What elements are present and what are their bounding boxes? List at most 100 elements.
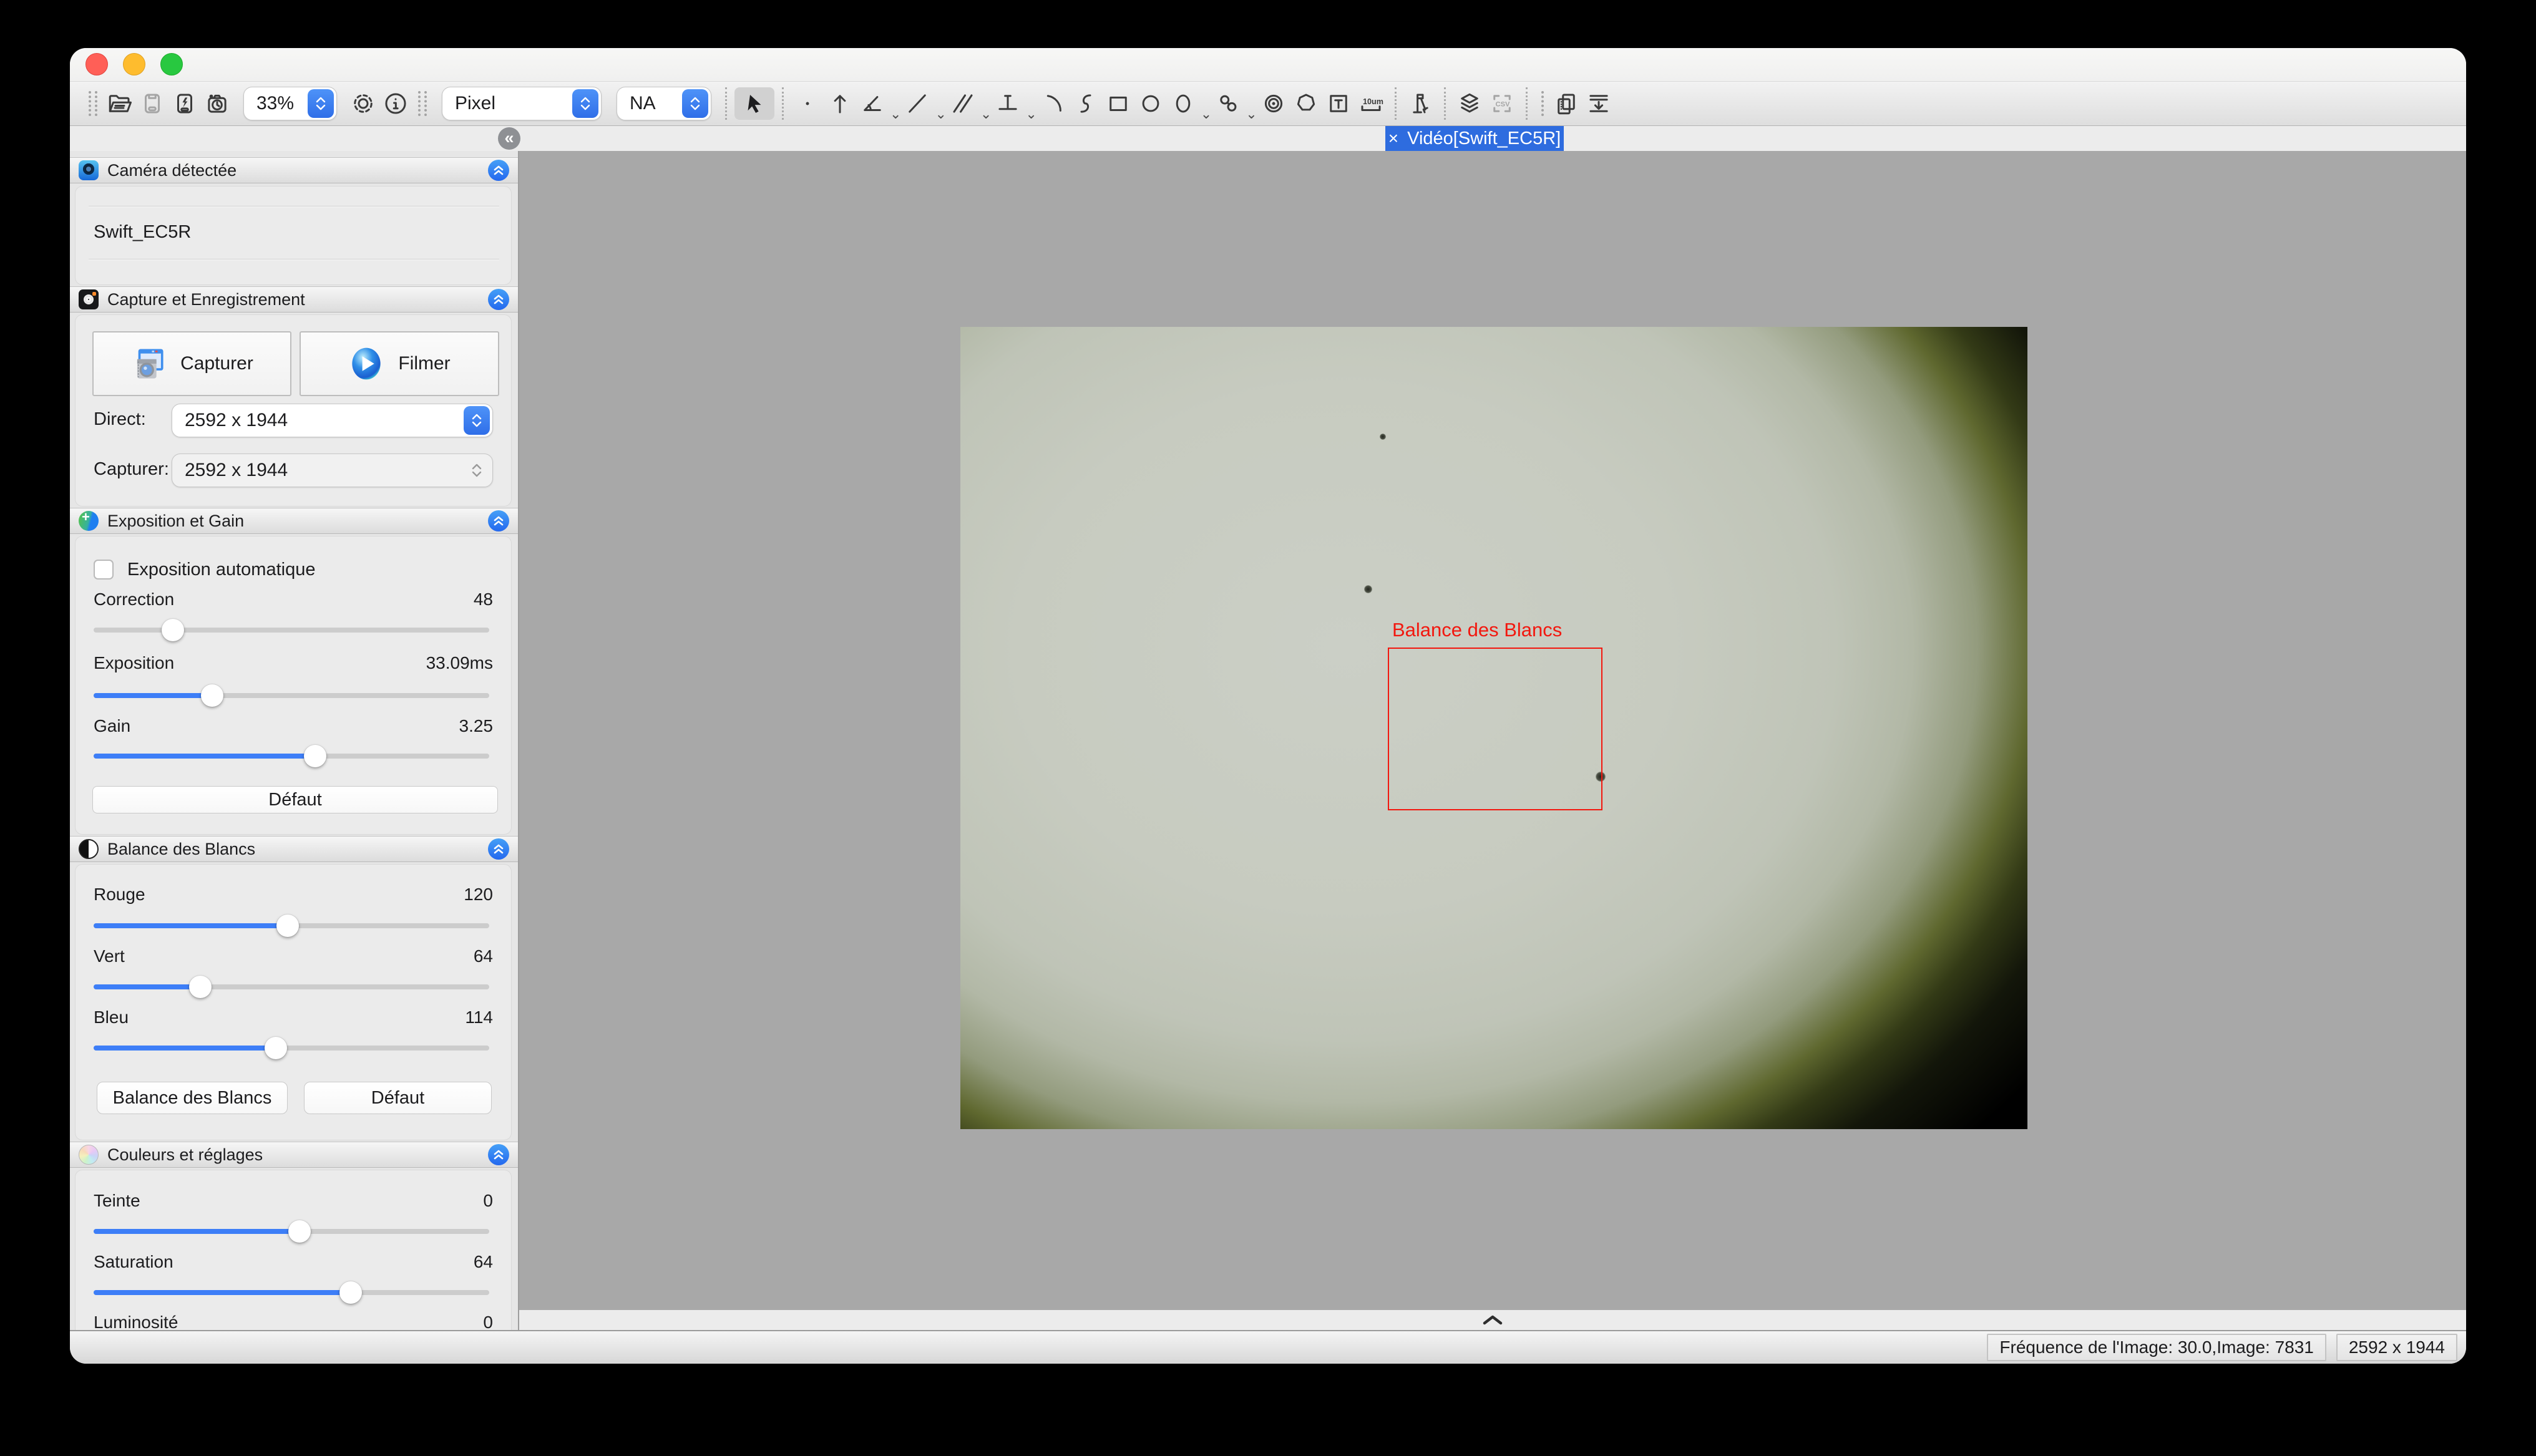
- minimize-window-button[interactable]: [123, 53, 145, 75]
- slider-thumb[interactable]: [304, 745, 326, 767]
- copy-tool[interactable]: [1550, 87, 1583, 120]
- record-button[interactable]: Filmer: [300, 331, 499, 396]
- zoom-level-select[interactable]: 33%: [243, 87, 337, 120]
- linked-circles-tool[interactable]: [1212, 87, 1244, 120]
- info-icon[interactable]: [379, 87, 412, 120]
- slider-thumb[interactable]: [189, 976, 212, 998]
- saturation-slider[interactable]: [94, 1281, 489, 1304]
- white-balance-roi-label: Balance des Blancs: [1392, 619, 1562, 641]
- panel-header-white-balance[interactable]: Balance des Blancs: [70, 836, 518, 862]
- exposure-icon: [79, 511, 99, 531]
- hue-slider[interactable]: [94, 1220, 489, 1243]
- red-slider[interactable]: [94, 915, 489, 937]
- live-microscope-view[interactable]: Balance des Blancs: [960, 327, 2027, 1129]
- exposure-default-button[interactable]: Défaut: [92, 786, 498, 813]
- gain-label: Gain: [94, 716, 130, 736]
- stepper-icon[interactable]: [308, 89, 334, 118]
- csv-export-icon[interactable]: CSV: [1486, 87, 1518, 120]
- arc-tool[interactable]: [1037, 87, 1070, 120]
- frame-info-cell: Fréquence de l'Image: 30.0,Image: 7831: [1987, 1334, 2326, 1361]
- slider-thumb[interactable]: [201, 684, 223, 707]
- blue-label: Bleu: [94, 1007, 129, 1027]
- camera-device-item[interactable]: Swift_EC5R: [94, 222, 191, 243]
- pointer-tool[interactable]: [734, 87, 774, 120]
- white-balance-button[interactable]: Balance des Blancs: [97, 1082, 288, 1114]
- unit-select[interactable]: Pixel: [442, 87, 602, 120]
- parallel-tool[interactable]: [947, 87, 979, 120]
- live-resolution-select[interactable]: 2592 x 1944: [172, 404, 493, 437]
- white-balance-roi[interactable]: [1388, 648, 1602, 810]
- slider-thumb[interactable]: [339, 1281, 362, 1304]
- collapse-panel-button[interactable]: [488, 838, 509, 860]
- settings-gear-icon[interactable]: [347, 87, 379, 120]
- circle-tool[interactable]: [1134, 87, 1167, 120]
- save-icon[interactable]: [136, 87, 168, 120]
- collapse-panel-button[interactable]: [488, 510, 509, 531]
- slider-thumb[interactable]: [276, 915, 299, 937]
- annulus-tool[interactable]: [1257, 87, 1290, 120]
- stepper-icon[interactable]: [682, 89, 708, 118]
- arrow-tool[interactable]: [824, 87, 856, 120]
- contrast-icon: [79, 839, 99, 859]
- point-tool[interactable]: [791, 87, 824, 120]
- stepper-icon[interactable]: [464, 406, 490, 435]
- sidebar-collapse-button[interactable]: «: [498, 127, 520, 150]
- toolbar-drag-handle[interactable]: [89, 91, 97, 116]
- chevron-down-icon[interactable]: ⌄: [1025, 103, 1036, 125]
- na-select[interactable]: NA: [617, 87, 711, 120]
- toolbar-separator: [782, 87, 784, 120]
- chevron-down-icon[interactable]: ⌄: [935, 103, 946, 125]
- main-toolbar: 33% Pixel NA: [70, 82, 2466, 126]
- collapse-panel-button[interactable]: [488, 1144, 509, 1165]
- stepper-icon[interactable]: [572, 89, 598, 118]
- panel-title: Exposition et Gain: [107, 512, 488, 531]
- chevron-down-icon[interactable]: ⌄: [980, 103, 992, 125]
- layers-tool[interactable]: [1453, 87, 1486, 120]
- traffic-lights: [85, 53, 183, 75]
- wb-default-button[interactable]: Défaut: [304, 1082, 492, 1114]
- panel-header-color[interactable]: Couleurs et réglages: [70, 1142, 518, 1168]
- rectangle-tool[interactable]: [1102, 87, 1134, 120]
- blue-slider[interactable]: [94, 1037, 489, 1059]
- text-tool[interactable]: [1322, 87, 1355, 120]
- video-canvas[interactable]: Balance des Blancs: [519, 151, 2466, 1330]
- slider-thumb[interactable]: [265, 1037, 287, 1059]
- slider-thumb[interactable]: [288, 1220, 311, 1243]
- tab-close-icon[interactable]: ×: [1388, 129, 1398, 148]
- close-window-button[interactable]: [85, 53, 108, 75]
- correction-slider[interactable]: [94, 619, 489, 641]
- bottom-panel-toggle[interactable]: [519, 1310, 2466, 1330]
- record-button-label: Filmer: [398, 353, 450, 374]
- snap-resolution-select[interactable]: 2592 x 1944: [172, 454, 493, 487]
- panel-header-exposure[interactable]: Exposition et Gain: [70, 508, 518, 534]
- open-folder-icon[interactable]: [104, 87, 136, 120]
- zoom-window-button[interactable]: [160, 53, 183, 75]
- panel-header-camera[interactable]: Caméra détectée: [70, 157, 518, 183]
- toolbar-drag-handle[interactable]: [1541, 91, 1544, 116]
- chevron-down-icon[interactable]: ⌄: [890, 103, 901, 125]
- caliper-tool[interactable]: [1404, 87, 1436, 120]
- chevron-down-icon[interactable]: ⌄: [1246, 103, 1257, 125]
- angle-tool[interactable]: [856, 87, 889, 120]
- collapse-panel-button[interactable]: [488, 289, 509, 310]
- gain-slider[interactable]: [94, 745, 489, 767]
- chevron-down-icon[interactable]: ⌄: [1201, 103, 1212, 125]
- burst-capture-icon[interactable]: [168, 87, 201, 120]
- panel-header-capture[interactable]: Capture et Enregistrement: [70, 286, 518, 313]
- perpendicular-tool[interactable]: [992, 87, 1024, 120]
- green-slider[interactable]: [94, 976, 489, 998]
- capture-button[interactable]: Capturer: [92, 331, 291, 396]
- tab-video[interactable]: × Vidéo[Swift_EC5R]: [1385, 126, 1564, 151]
- timed-capture-icon[interactable]: [201, 87, 233, 120]
- slider-thumb[interactable]: [162, 619, 184, 641]
- line-tool[interactable]: [901, 87, 934, 120]
- toolbar-drag-handle[interactable]: [418, 91, 427, 116]
- curve-tool[interactable]: [1070, 87, 1102, 120]
- export-tool[interactable]: [1583, 87, 1615, 120]
- exposure-slider[interactable]: [94, 684, 489, 707]
- polygon-tool[interactable]: [1290, 87, 1322, 120]
- auto-exposure-checkbox[interactable]: [94, 560, 114, 580]
- ellipse-tool[interactable]: [1167, 87, 1199, 120]
- collapse-panel-button[interactable]: [488, 160, 509, 181]
- scalebar-tool[interactable]: 10um: [1355, 87, 1387, 120]
